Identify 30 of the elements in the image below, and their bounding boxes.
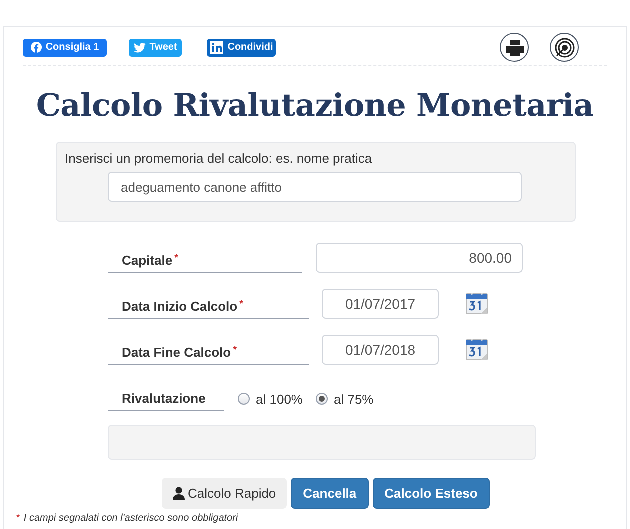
action-button[interactable]: Cancella <box>291 478 369 509</box>
printer-icon <box>506 40 524 56</box>
radio-label[interactable]: al 75% <box>334 390 374 409</box>
action-button[interactable]: Calcolo Esteso <box>372 478 490 509</box>
required-note: * I campi segnalati con l'asterisco sono obbligatori <box>16 512 240 526</box>
calendar-icon[interactable] <box>466 292 488 315</box>
field-label: Data Inizio Calcolo* <box>108 296 309 319</box>
radio-button[interactable] <box>238 393 250 406</box>
linkedin-share-button[interactable]: Condividi <box>207 38 276 56</box>
field-label: Capitale* <box>108 250 302 273</box>
target-icon <box>554 38 574 58</box>
print-button[interactable] <box>500 33 529 62</box>
calendar-icon[interactable] <box>466 338 488 361</box>
page-title: Calcolo Rivalutazione Monetaria <box>35 87 595 126</box>
bird-icon <box>134 42 146 52</box>
radio-label[interactable]: al 100% <box>256 390 303 409</box>
person-icon <box>173 487 185 500</box>
facebook-share-button[interactable]: Consiglia 1 <box>23 38 107 56</box>
memo-label: Inserisci un promemoria del calcolo: es. nome pratica <box>65 151 374 167</box>
date-field[interactable]: 01/07/2017 <box>322 289 439 319</box>
quick-calc-button[interactable]: Calcolo Rapido <box>162 478 288 509</box>
memo-field[interactable]: adeguamento canone affitto <box>108 172 522 202</box>
radio-button[interactable] <box>316 393 328 406</box>
linkedin-icon <box>210 40 224 54</box>
facebook-icon <box>30 42 42 53</box>
target-button[interactable] <box>550 33 579 62</box>
revaluation-label: Rivalutazione <box>108 388 224 411</box>
date-field[interactable]: 01/07/2018 <box>322 335 439 365</box>
field-label: Data Fine Calcolo* <box>108 342 309 365</box>
amount-field[interactable]: 800.00 <box>316 243 523 273</box>
